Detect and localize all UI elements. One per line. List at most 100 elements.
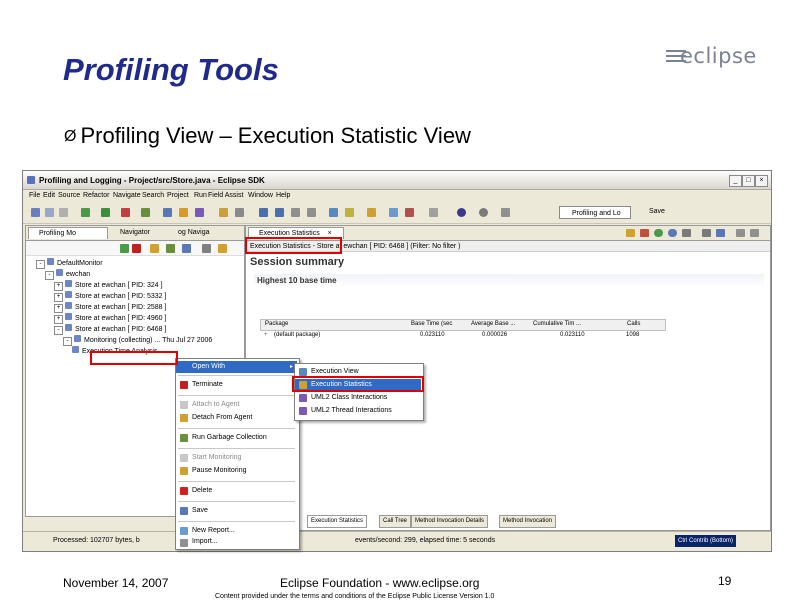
- menu-project[interactable]: Project: [167, 192, 189, 199]
- menu-edit[interactable]: Edit: [43, 192, 55, 199]
- new-class-icon[interactable]: [195, 208, 204, 217]
- save-icon[interactable]: [45, 208, 54, 217]
- next-annotation-icon[interactable]: [259, 208, 268, 217]
- collapse-icon[interactable]: -: [45, 271, 54, 280]
- new-package-icon[interactable]: [179, 208, 188, 217]
- new-java-project-icon[interactable]: [163, 208, 172, 217]
- collapse-icon[interactable]: -: [36, 260, 45, 269]
- report-icon[interactable]: [626, 229, 635, 237]
- attach-agent-icon[interactable]: [150, 244, 159, 253]
- minimize-view-icon[interactable]: [736, 229, 745, 237]
- tree-item[interactable]: - Monitoring (collecting) ... Thu Jul 27 …: [63, 335, 212, 346]
- view-menu-icon[interactable]: [218, 244, 227, 253]
- menu-item-run-gc[interactable]: Run Garbage Collection: [176, 432, 297, 444]
- menu-item-start-monitoring[interactable]: Start Monitoring: [176, 452, 297, 464]
- perspective-profiling-button[interactable]: Profiling and Lo: [559, 206, 631, 219]
- col-calls[interactable]: Calls: [627, 321, 640, 327]
- menu-item-new-report[interactable]: New Report...: [176, 525, 297, 537]
- percent-icon[interactable]: [682, 229, 691, 237]
- tree-item[interactable]: - Store at ewchan [ PID: 6468 ]: [54, 324, 166, 335]
- tab-navigator[interactable]: Navigator: [110, 227, 166, 239]
- external-tools-icon[interactable]: [141, 208, 150, 217]
- tab-log-navigator[interactable]: og Naviga: [168, 227, 232, 239]
- tab-bottom-execution-statistics[interactable]: Execution Statistics: [307, 515, 368, 528]
- attach-icon[interactable]: [367, 208, 376, 217]
- menu-window[interactable]: Window: [248, 192, 273, 199]
- wand-icon[interactable]: [429, 208, 438, 217]
- stop-icon[interactable]: [457, 208, 466, 217]
- menu-refactor[interactable]: Refactor: [83, 192, 109, 199]
- run-icon[interactable]: [101, 208, 110, 217]
- menu-item-save[interactable]: Save: [176, 505, 297, 517]
- col-package[interactable]: Package: [265, 321, 288, 327]
- open-source-icon[interactable]: [668, 229, 677, 237]
- menu-item-import[interactable]: Import...: [176, 537, 297, 547]
- collapse-icon[interactable]: -: [63, 337, 72, 346]
- resume-icon[interactable]: [120, 244, 129, 253]
- pin-icon[interactable]: [702, 229, 711, 237]
- print-icon[interactable]: [59, 208, 68, 217]
- profile-icon[interactable]: [121, 208, 130, 217]
- tree-item[interactable]: + Store at ewchan [ PID: 4960 ]: [54, 313, 166, 324]
- tab-bottom-method-invocation-details[interactable]: Method Invocation Details: [411, 515, 489, 528]
- gc-icon[interactable]: [166, 244, 175, 253]
- open-type-icon[interactable]: [219, 208, 228, 217]
- col-base-time[interactable]: Base Time (sec: [411, 321, 452, 327]
- col-cumulative-time[interactable]: Cumulative Tim ...: [533, 321, 581, 327]
- menu-item-detach-agent[interactable]: Detach From Agent: [176, 412, 297, 424]
- tree-item[interactable]: + Store at ewchan [ PID: 324 ]: [54, 280, 163, 291]
- forward-icon[interactable]: [307, 208, 316, 217]
- terminate-icon[interactable]: [132, 244, 141, 253]
- columns-icon[interactable]: [716, 229, 725, 237]
- monitor-icon[interactable]: [329, 208, 338, 217]
- row-expand-icon[interactable]: +: [264, 332, 268, 338]
- filter-icon[interactable]: [345, 208, 354, 217]
- import-icon[interactable]: [389, 208, 398, 217]
- export-report-icon[interactable]: [640, 229, 649, 237]
- menu-item-open-with[interactable]: Open With ▸: [176, 361, 297, 373]
- tree-item[interactable]: + Store at ewchan [ PID: 5332 ]: [54, 291, 166, 302]
- menu-help[interactable]: Help: [276, 192, 290, 199]
- submenu-item-uml2-thread[interactable]: UML2 Thread Interactions: [295, 405, 421, 417]
- tree-item[interactable]: + Store at ewchan [ PID: 2588 ]: [54, 302, 166, 313]
- close-button[interactable]: ×: [755, 175, 768, 187]
- menu-run[interactable]: Run: [194, 192, 207, 199]
- collapse-icon[interactable]: [182, 244, 191, 253]
- menu-item-attach-agent[interactable]: Attach to Agent: [176, 399, 297, 411]
- menu-search[interactable]: Search: [142, 192, 164, 199]
- export-icon[interactable]: [405, 208, 414, 217]
- search-icon[interactable]: [235, 208, 244, 217]
- more-icon[interactable]: [501, 208, 510, 217]
- menu-item-pause-monitoring[interactable]: Pause Monitoring: [176, 465, 297, 477]
- back-icon[interactable]: [291, 208, 300, 217]
- maximize-view-icon[interactable]: [750, 229, 759, 237]
- menu-field-assist[interactable]: Field Assist: [208, 192, 243, 199]
- menu-navigate[interactable]: Navigate: [113, 192, 141, 199]
- refresh-icon[interactable]: [479, 208, 488, 217]
- expand-icon[interactable]: +: [54, 282, 63, 291]
- menu-file[interactable]: File: [29, 192, 40, 199]
- previous-annotation-icon[interactable]: [275, 208, 284, 217]
- minimize-button[interactable]: _: [729, 175, 742, 187]
- new-icon[interactable]: [31, 208, 40, 217]
- tree-item[interactable]: - DefaultMonitor: [36, 258, 103, 269]
- refresh-view-icon[interactable]: [654, 229, 663, 237]
- expand-icon[interactable]: +: [54, 304, 63, 313]
- col-average-base[interactable]: Average Base ...: [471, 321, 515, 327]
- tab-close-icon[interactable]: ×: [328, 230, 332, 237]
- menu-item-terminate[interactable]: Terminate: [176, 379, 297, 391]
- tab-bottom-method-invocation[interactable]: Method Invocation: [499, 515, 557, 528]
- table-row[interactable]: + (default package) 0.023110 0.000026 0.…: [260, 331, 664, 341]
- status-badge[interactable]: Ctrl Contrib (Bottom): [675, 535, 737, 547]
- menu-item-delete[interactable]: Delete: [176, 485, 297, 497]
- debug-icon[interactable]: [81, 208, 90, 217]
- expand-icon[interactable]: +: [54, 315, 63, 324]
- tab-profiling-monitor[interactable]: Profiling Mo: [28, 227, 108, 239]
- perspective-save[interactable]: Save: [649, 208, 665, 215]
- tree-item[interactable]: - ewchan: [45, 269, 90, 280]
- maximize-button[interactable]: □: [742, 175, 755, 187]
- menu-source[interactable]: Source: [58, 192, 80, 199]
- collapse-icon[interactable]: -: [54, 326, 63, 335]
- filter-view-icon[interactable]: [202, 244, 211, 253]
- tab-bottom-call-tree[interactable]: Call Tree: [379, 515, 412, 528]
